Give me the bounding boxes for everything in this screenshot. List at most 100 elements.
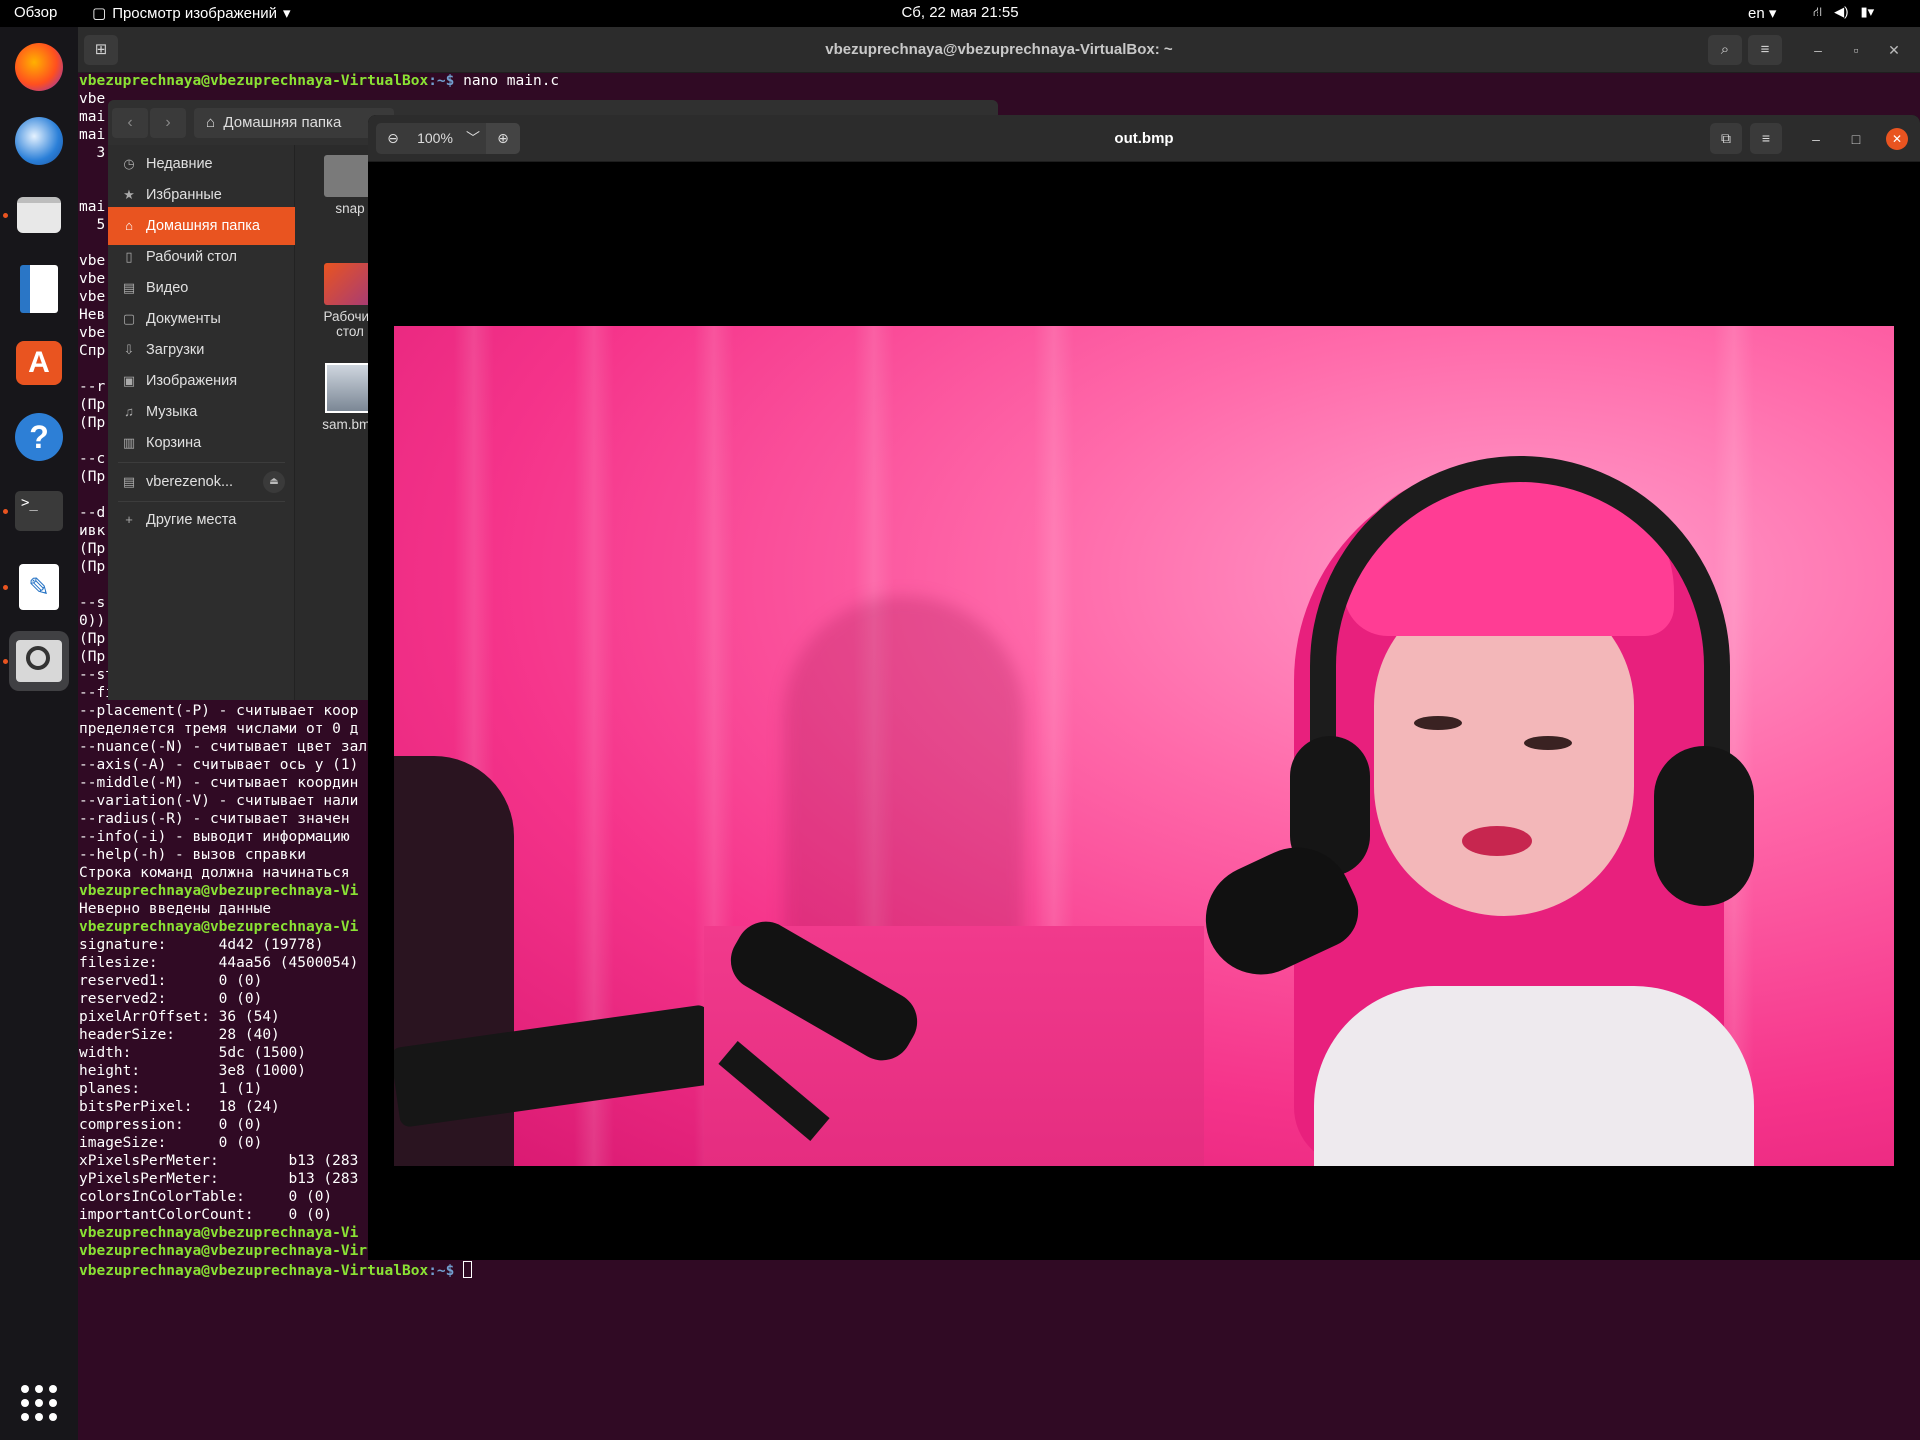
show-applications-button[interactable] — [9, 1373, 69, 1433]
output-text: пределяется тремя числами от 0 д — [79, 721, 359, 737]
close-button[interactable]: ✕ — [1884, 40, 1904, 60]
terminal-line: ивк — [79, 523, 105, 539]
terminal-line: --axis(-A) - считывает ось у (1) — [79, 757, 358, 773]
dock-terminal[interactable]: >_ — [9, 481, 69, 541]
command-text: nano main.c — [463, 73, 560, 89]
output-text: signature: 4d42 (19778) — [79, 937, 324, 953]
path-bar[interactable]: ⌂ Домашняя папка — [194, 108, 394, 138]
search-icon: ⌕ — [1720, 41, 1730, 58]
forward-button[interactable]: › — [150, 108, 186, 138]
output-text: --help(-h) - вызов справки — [79, 847, 306, 863]
help-icon: ? — [15, 413, 63, 461]
terminal-line: vbezuprechnaya@vbezuprechnaya-Vi — [79, 883, 358, 899]
thunderbird-icon — [15, 117, 63, 165]
eject-icon[interactable]: ⏏ — [263, 471, 285, 493]
output-text: (Пр — [79, 469, 106, 485]
output-text: importantColorCount: 0 (0) — [79, 1207, 333, 1223]
back-button[interactable]: ‹ — [112, 108, 148, 138]
terminal-line: Нев — [79, 307, 105, 323]
output-text: 3 — [79, 145, 106, 161]
output-text: compression: 0 (0) — [79, 1117, 263, 1133]
terminal-line: (Пр — [79, 397, 105, 413]
close-button[interactable]: ✕ — [1886, 128, 1908, 150]
terminal-line: Неверно введены данные — [79, 901, 271, 917]
dock-text-editor[interactable]: ✎ — [9, 557, 69, 617]
terminal-line: --radius(-R) - считывает значен — [79, 811, 350, 827]
minimize-icon: – — [1814, 42, 1822, 58]
home-icon: ⌂ — [206, 114, 216, 131]
sidebar-item-trash[interactable]: ▥ Корзина — [108, 424, 295, 462]
prompt-user: vbezuprechnaya@vbezuprechnaya-VirtualBox — [79, 1263, 429, 1279]
dock-app-store[interactable]: A — [9, 333, 69, 393]
terminal-line: vbezuprechnaya@vbezuprechnaya-VirtualBox… — [79, 1261, 473, 1279]
dock-files[interactable] — [9, 185, 69, 245]
output-text: bitsPerPixel: 18 (24) — [79, 1099, 280, 1115]
dock-firefox[interactable] — [9, 37, 69, 97]
output-text: (Пр — [79, 649, 106, 665]
output-text: --middle(-M) - считывает координ — [79, 775, 359, 791]
terminal-line: reserved2: 0 (0) — [79, 991, 262, 1007]
dock-thunderbird[interactable] — [9, 111, 69, 171]
trash-icon: ▥ — [122, 435, 136, 450]
prompt-user: vbezuprechnaya@vbezuprechnaya-VirtualBox — [79, 73, 429, 89]
terminal-menu-button[interactable]: ≡ — [1748, 35, 1782, 65]
terminal-header: ⊞ vbezuprechnaya@vbezuprechnaya-VirtualB… — [78, 27, 1920, 73]
sidebar-item-drive[interactable]: ▤ vberezenok... ⏏ — [108, 463, 295, 501]
terminal-line: importantColorCount: 0 (0) — [79, 1207, 332, 1223]
sidebar-item-plus[interactable]: + Другие места — [108, 501, 295, 539]
output-text: reserved1: 0 (0) — [79, 973, 263, 989]
output-text: (Пр — [79, 631, 106, 647]
output-text: (Пр — [79, 541, 106, 557]
app-store-icon: A — [16, 341, 62, 385]
terminal-line: height: 3e8 (1000) — [79, 1063, 306, 1079]
terminal-line: (Пр — [79, 415, 105, 431]
terminal-line: (Пр — [79, 469, 105, 485]
image-canvas[interactable] — [368, 162, 1920, 1260]
clock[interactable]: Сб, 22 мая 21:55 — [0, 4, 1920, 21]
prompt-path: :~$ — [428, 73, 464, 89]
output-text: yPixelsPerMeter: b13 (283 — [79, 1171, 359, 1187]
keyboard-layout-label: en — [1748, 5, 1765, 22]
dock-image-viewer[interactable] — [9, 631, 69, 691]
minimize-button[interactable]: – — [1806, 129, 1826, 149]
output-text: --c — [79, 451, 106, 467]
maximize-button[interactable]: □ — [1846, 129, 1866, 149]
output-text: mai — [79, 127, 106, 143]
prompt-path: :~$ — [428, 1263, 464, 1279]
image-viewer-header: ⊖ 100% ﹀ ⊕ out.bmp ⧉ ≡ – □ ✕ — [368, 115, 1920, 162]
keyboard-layout[interactable]: en ▾ — [1748, 4, 1776, 22]
terminal-line: (Пр — [79, 541, 105, 557]
terminal-icon: >_ — [15, 491, 63, 531]
terminal-line: vbe — [79, 271, 105, 287]
gallery-button[interactable]: ⧉ — [1710, 123, 1742, 154]
output-text: ивк — [79, 523, 106, 539]
minimize-button[interactable]: – — [1808, 40, 1828, 60]
terminal-line: --help(-h) - вызов справки — [79, 847, 306, 863]
displayed-photo — [394, 326, 1894, 1166]
system-menu[interactable]: ⛙ ◀) ▮▾ — [1813, 4, 1874, 22]
output-text: 5 — [79, 217, 106, 233]
terminal-line: (Пр — [79, 649, 105, 665]
output-text: --info(-i) - выводит информацию — [79, 829, 350, 845]
image-viewer-window: ⊖ 100% ﹀ ⊕ out.bmp ⧉ ≡ – □ ✕ — [368, 115, 1920, 1260]
output-text: --nuance(-N) - считывает цвет зал — [79, 739, 368, 755]
terminal-line: 3 — [79, 145, 105, 161]
output-text: height: 3e8 (1000) — [79, 1063, 306, 1079]
volume-icon: ◀) — [1834, 4, 1849, 19]
terminal-line: mai — [79, 127, 105, 143]
output-text: colorsInColorTable: 0 (0) — [79, 1189, 333, 1205]
processed-region — [704, 910, 1204, 1166]
dock-writer[interactable] — [9, 259, 69, 319]
dock-help[interactable]: ? — [9, 407, 69, 467]
viewer-menu-button[interactable]: ≡ — [1750, 123, 1782, 154]
terminal-line: imageSize: 0 (0) — [79, 1135, 262, 1151]
terminal-line: width: 5dc (1500) — [79, 1045, 306, 1061]
terminal-line: planes: 1 (1) — [79, 1081, 262, 1097]
path-label: Домашняя папка — [223, 114, 342, 131]
terminal-search-button[interactable]: ⌕ — [1708, 35, 1742, 65]
maximize-button[interactable]: ▫ — [1846, 40, 1866, 60]
hamburger-menu-icon: ≡ — [1761, 130, 1771, 146]
terminal-line: bitsPerPixel: 18 (24) — [79, 1099, 280, 1115]
text-cursor — [463, 1261, 473, 1278]
terminal-line: signature: 4d42 (19778) — [79, 937, 323, 953]
